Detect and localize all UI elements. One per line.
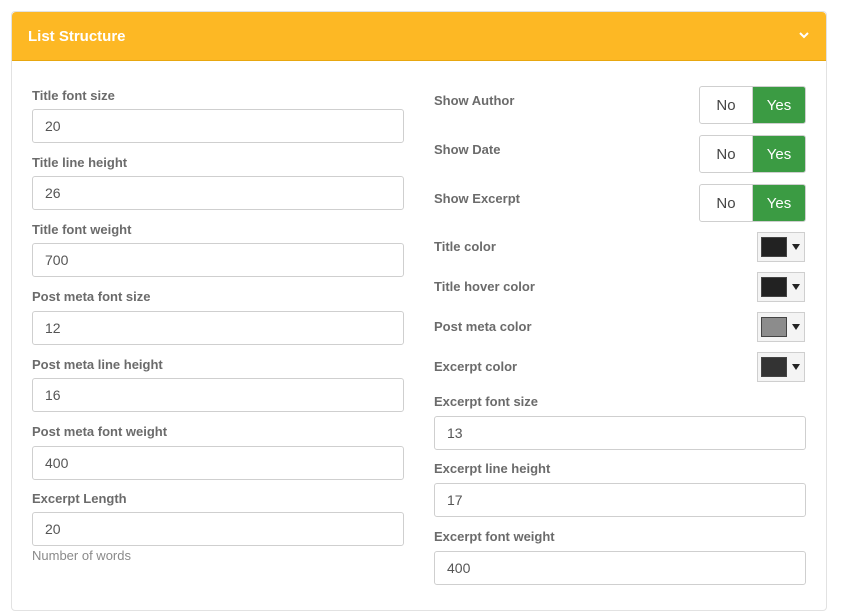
post-meta-font-size-input[interactable] [32, 311, 404, 345]
caret-down-icon [792, 244, 800, 250]
excerpt-font-size-input[interactable] [434, 416, 806, 450]
post-meta-font-weight-input[interactable] [32, 446, 404, 480]
show-excerpt-yes-option[interactable]: Yes [753, 185, 805, 221]
title-line-height-input[interactable] [32, 176, 404, 210]
show-author-yes-option[interactable]: Yes [753, 87, 805, 123]
excerpt-font-weight-input[interactable] [434, 551, 806, 585]
caret-down-icon [792, 364, 800, 370]
title-hover-color-swatch [761, 277, 787, 297]
post-meta-line-height-input[interactable] [32, 378, 404, 412]
excerpt-line-height-input[interactable] [434, 483, 806, 517]
excerpt-font-weight-label: Excerpt font weight [434, 529, 555, 544]
post-meta-font-weight-label: Post meta font weight [32, 424, 168, 439]
show-date-label: Show Date [434, 142, 501, 157]
title-line-height-label: Title line height [32, 155, 128, 170]
title-font-weight-label: Title font weight [32, 222, 132, 237]
excerpt-length-label: Excerpt Length [32, 491, 127, 506]
title-color-label: Title color [434, 239, 496, 254]
excerpt-line-height-label: Excerpt line height [434, 461, 551, 476]
panel-title: List Structure [28, 28, 126, 45]
caret-down-icon [792, 324, 800, 330]
show-date-no-option[interactable]: No [700, 136, 753, 172]
show-excerpt-toggle[interactable]: No Yes [699, 184, 806, 222]
post-meta-font-size-label: Post meta font size [32, 289, 151, 304]
excerpt-color-swatch [761, 357, 787, 377]
show-date-yes-option[interactable]: Yes [753, 136, 805, 172]
panel-header[interactable]: List Structure [12, 12, 826, 61]
excerpt-length-input[interactable] [32, 512, 404, 546]
excerpt-length-help: Number of words [32, 548, 131, 563]
show-author-no-option[interactable]: No [700, 87, 753, 123]
excerpt-font-size-label: Excerpt font size [434, 394, 539, 409]
show-excerpt-no-option[interactable]: No [700, 185, 753, 221]
excerpt-color-label: Excerpt color [434, 359, 518, 374]
show-author-label: Show Author [434, 93, 515, 108]
post-meta-color-picker[interactable] [757, 312, 805, 342]
title-font-weight-input[interactable] [32, 243, 404, 277]
post-meta-color-label: Post meta color [434, 319, 532, 334]
show-excerpt-label: Show Excerpt [434, 191, 520, 206]
title-font-size-input[interactable] [32, 109, 404, 143]
title-color-swatch [761, 237, 787, 257]
post-meta-line-height-label: Post meta line height [32, 357, 163, 372]
show-date-toggle[interactable]: No Yes [699, 135, 806, 173]
title-color-picker[interactable] [757, 232, 805, 262]
title-hover-color-label: Title hover color [434, 279, 535, 294]
title-font-size-label: Title font size [32, 88, 115, 103]
chevron-down-icon[interactable] [798, 29, 810, 41]
post-meta-color-swatch [761, 317, 787, 337]
caret-down-icon [792, 284, 800, 290]
show-author-toggle[interactable]: No Yes [699, 86, 806, 124]
title-hover-color-picker[interactable] [757, 272, 805, 302]
excerpt-color-picker[interactable] [757, 352, 805, 382]
